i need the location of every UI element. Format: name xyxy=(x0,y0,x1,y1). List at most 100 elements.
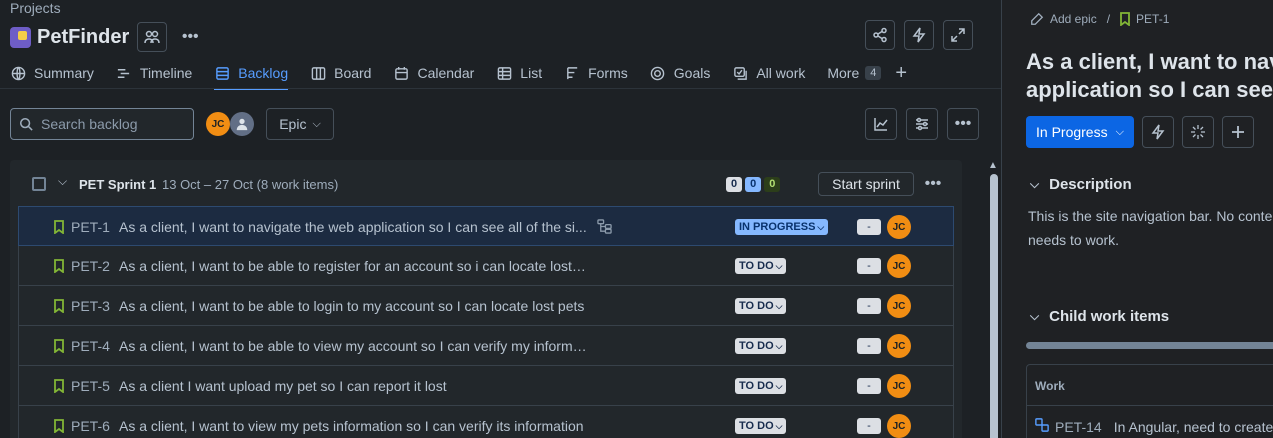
more-actions-icon[interactable]: ••• xyxy=(175,22,205,52)
status-lozenge[interactable]: TO DO ⌵ xyxy=(735,258,787,274)
child-progress-bar xyxy=(1026,342,1273,349)
table-row[interactable]: PET-6 As a client, I want to view my pets… xyxy=(18,406,954,438)
status-button[interactable]: In Progress ⌵ xyxy=(1026,116,1134,148)
tab-calendar[interactable]: Calendar xyxy=(393,58,474,88)
tab-label: Board xyxy=(334,65,372,81)
item-summary[interactable]: As a client, I want to navigate the web … xyxy=(119,219,589,235)
add-icon[interactable] xyxy=(1221,116,1254,148)
assignee-avatar[interactable]: JC xyxy=(887,334,911,358)
tab-timeline[interactable]: Timeline xyxy=(116,58,192,88)
child-items-icon[interactable] xyxy=(597,219,612,237)
search-field[interactable] xyxy=(10,108,194,140)
item-key[interactable]: PET-5 xyxy=(71,378,110,394)
item-summary[interactable]: As a client, I want to be able to regist… xyxy=(119,258,589,274)
view-settings-icon[interactable] xyxy=(906,108,938,140)
assignee-avatar[interactable]: JC xyxy=(887,374,911,398)
item-key[interactable]: PET-6 xyxy=(71,418,110,434)
avatar[interactable]: JC xyxy=(206,112,230,136)
status-label: TO DO xyxy=(739,300,774,312)
fullscreen-icon[interactable] xyxy=(943,20,973,50)
item-key[interactable]: PET-2 xyxy=(71,258,110,274)
estimate-badge[interactable]: - xyxy=(857,258,881,274)
assignee-avatar[interactable]: JC xyxy=(887,215,911,239)
status-lozenge[interactable]: TO DO ⌵ xyxy=(735,378,787,394)
item-summary[interactable]: As a client, I want to view my pets info… xyxy=(119,418,589,434)
sprint-more-icon[interactable]: ••• xyxy=(922,172,944,196)
automation-icon[interactable] xyxy=(1141,116,1174,148)
table-row[interactable]: PET-2 As a client, I want to be able to r… xyxy=(18,246,954,286)
tab-label: Calendar xyxy=(417,65,475,81)
assignee-avatar[interactable]: JC xyxy=(887,254,911,278)
detail-key[interactable]: PET-1 xyxy=(1136,12,1169,26)
table-row[interactable]: PET-1 As a client, I want to navigate the… xyxy=(18,206,954,246)
table-row[interactable]: PET-14 In Angular, need to create xyxy=(1035,418,1273,435)
add-epic-link[interactable]: Add epic xyxy=(1050,12,1097,26)
tab-backlog[interactable]: Backlog xyxy=(214,58,288,90)
estimate-badge[interactable]: - xyxy=(857,338,881,354)
estimate-badge[interactable]: - xyxy=(857,378,881,394)
item-summary[interactable]: As a client, I want to be able to view m… xyxy=(119,338,589,354)
unassigned-avatar-icon[interactable] xyxy=(230,112,254,136)
table-row[interactable]: PET-5 As a client I want upload my pet so… xyxy=(18,366,954,406)
scrollbar-thumb[interactable] xyxy=(990,174,998,438)
share-icon[interactable] xyxy=(865,20,895,50)
assignee-avatar[interactable]: JC xyxy=(887,294,911,318)
table-row[interactable]: PET-3 As a client, I want to be able to l… xyxy=(18,286,954,326)
child-summary[interactable]: In Angular, need to create xyxy=(1114,419,1273,435)
chevron-down-icon: ⌵ xyxy=(775,260,783,271)
tab-list[interactable]: List xyxy=(496,58,542,88)
assignee-avatar[interactable]: JC xyxy=(887,414,911,438)
backlog-icon xyxy=(214,65,230,81)
epic-filter-button[interactable]: Epic ⌵ xyxy=(266,108,334,140)
search-input[interactable] xyxy=(41,116,181,132)
sprint-checkbox[interactable] xyxy=(32,177,46,191)
insights-icon[interactable] xyxy=(865,108,897,140)
tab-all-work[interactable]: All work xyxy=(732,58,805,88)
description-heading[interactable]: ⌵ Description xyxy=(1030,176,1132,193)
estimate-badge[interactable]: - xyxy=(857,219,881,235)
scrollbar[interactable]: ▲ xyxy=(986,160,1000,438)
chevron-down-icon: ⌵ xyxy=(1030,309,1040,323)
ai-sparkle-icon[interactable] xyxy=(1181,116,1214,148)
automation-icon[interactable] xyxy=(904,20,934,50)
status-lozenge[interactable]: TO DO ⌵ xyxy=(735,298,787,314)
issue-title[interactable]: As a client, I want to navigate the web … xyxy=(1026,48,1273,104)
child-items-heading[interactable]: ⌵ Child work items xyxy=(1030,308,1169,325)
issue-detail-panel: Add epic / PET-1 As a client, I want to … xyxy=(1001,0,1273,438)
all-work-icon xyxy=(732,65,748,81)
status-lozenge[interactable]: TO DO ⌵ xyxy=(735,338,787,354)
tab-board[interactable]: Board xyxy=(310,58,371,88)
tab-summary[interactable]: Summary xyxy=(10,58,94,88)
add-tab-icon[interactable]: + xyxy=(895,58,907,88)
status-lozenge[interactable]: TO DO ⌵ xyxy=(735,418,787,434)
item-key[interactable]: PET-1 xyxy=(71,219,110,235)
status-lozenge[interactable]: IN PROGRESS ⌵ xyxy=(735,219,829,235)
item-summary[interactable]: As a client I want upload my pet so I ca… xyxy=(119,378,589,394)
scroll-up-icon[interactable]: ▲ xyxy=(988,160,998,171)
subtask-icon xyxy=(1035,418,1049,435)
item-key[interactable]: PET-4 xyxy=(71,338,110,354)
team-icon[interactable] xyxy=(137,22,168,52)
tab-forms[interactable]: Forms xyxy=(564,58,628,88)
count-done: 0 xyxy=(764,177,781,192)
more-icon[interactable]: ••• xyxy=(947,108,979,140)
estimate-badge[interactable]: - xyxy=(857,298,881,314)
estimate-badge[interactable]: - xyxy=(857,418,881,434)
chevron-down-icon[interactable]: ⌵ xyxy=(58,174,67,189)
start-sprint-button[interactable]: Start sprint xyxy=(818,172,914,196)
item-key[interactable]: PET-3 xyxy=(71,298,110,314)
backlog-tools: ••• xyxy=(865,108,979,140)
breadcrumb[interactable]: Projects xyxy=(10,0,61,16)
calendar-icon xyxy=(393,65,409,81)
story-icon xyxy=(54,220,64,234)
child-key[interactable]: PET-14 xyxy=(1055,419,1102,435)
table-row[interactable]: PET-4 As a client, I want to be able to v… xyxy=(18,326,954,366)
tab-more[interactable]: More 4 xyxy=(827,58,882,88)
item-summary[interactable]: As a client, I want to be able to login … xyxy=(119,298,589,314)
description-text[interactable]: This is the site navigation bar. No cont… xyxy=(1028,204,1273,252)
tab-goals[interactable]: Goals xyxy=(650,58,710,88)
sprint-name[interactable]: PET Sprint 1 xyxy=(79,177,156,192)
chevron-down-icon: ⌵ xyxy=(775,340,783,351)
story-icon xyxy=(54,259,64,273)
sprint-status-counts: 0 0 0 xyxy=(726,177,781,192)
